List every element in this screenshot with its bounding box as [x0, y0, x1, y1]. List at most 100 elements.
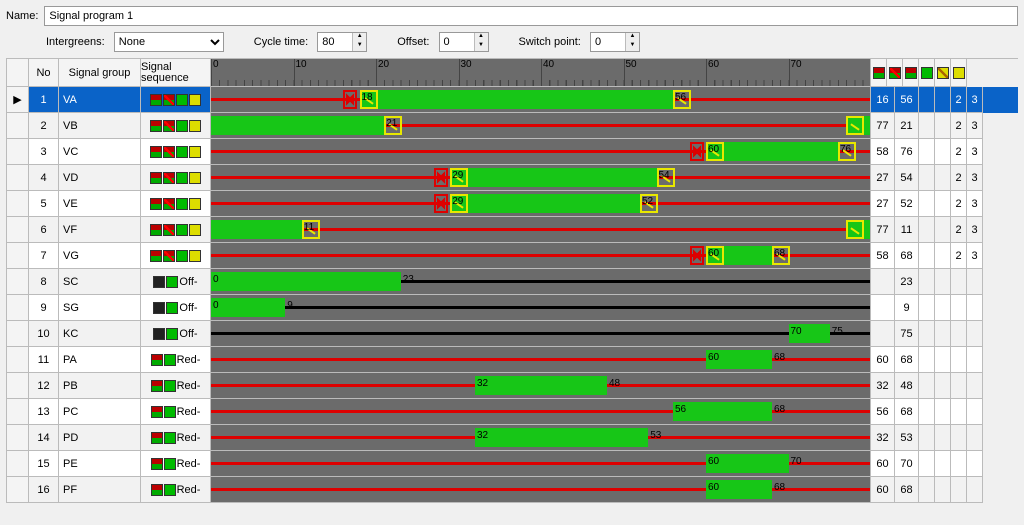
table-row[interactable]: 14PD Red-32533253 [7, 425, 1018, 451]
row-selector[interactable] [7, 269, 29, 295]
table-row[interactable]: 7VG6068586823 [7, 243, 1018, 269]
red-marker[interactable] [690, 246, 704, 265]
red-marker[interactable] [690, 142, 704, 161]
green-bar[interactable] [475, 428, 648, 447]
cell-timeline[interactable]: 6068 [211, 347, 871, 373]
cell-signal-sequence[interactable]: Off- [141, 295, 211, 321]
cell-signal-sequence[interactable]: Off- [141, 269, 211, 295]
amber-marker[interactable] [846, 220, 864, 239]
cell-value [935, 217, 951, 243]
signal-grid[interactable]: No Signal group Signal sequence 01020304… [6, 58, 1018, 503]
switch-point-label: Switch point: [519, 36, 581, 48]
row-selector[interactable] [7, 373, 29, 399]
cell-signal-sequence[interactable] [141, 87, 211, 113]
row-selector[interactable] [7, 451, 29, 477]
green-bar[interactable] [211, 298, 285, 317]
cell-timeline[interactable]: 6068 [211, 477, 871, 503]
amber-marker[interactable] [846, 116, 864, 135]
row-selector[interactable] [7, 425, 29, 451]
green-bar[interactable] [673, 402, 772, 421]
table-row[interactable]: ▶1VA1856165623 [7, 87, 1018, 113]
row-selector[interactable]: ▶ [7, 87, 29, 113]
up-icon[interactable]: ▲ [353, 33, 366, 42]
up-icon[interactable]: ▲ [626, 33, 639, 42]
row-selector[interactable] [7, 139, 29, 165]
row-selector[interactable] [7, 217, 29, 243]
table-row[interactable]: 8SC Off-02323 [7, 269, 1018, 295]
row-selector[interactable] [7, 399, 29, 425]
cell-signal-sequence[interactable]: Red- [141, 399, 211, 425]
row-selector[interactable] [7, 243, 29, 269]
cell-signal-sequence[interactable] [141, 139, 211, 165]
table-row[interactable]: 12PB Red-32483248 [7, 373, 1018, 399]
cell-signal-sequence[interactable]: Red- [141, 373, 211, 399]
up-icon[interactable]: ▲ [475, 33, 488, 42]
cell-timeline[interactable]: 6076 [211, 139, 871, 165]
red-marker[interactable] [343, 90, 357, 109]
row-selector[interactable] [7, 347, 29, 373]
table-row[interactable]: 3VC6076587623 [7, 139, 1018, 165]
cell-signal-sequence[interactable] [141, 191, 211, 217]
cell-value: 68 [895, 399, 919, 425]
row-selector[interactable] [7, 191, 29, 217]
red-marker[interactable] [434, 194, 448, 213]
cell-timeline[interactable]: 7075 [211, 321, 871, 347]
cell-signal-sequence[interactable]: Red- [141, 347, 211, 373]
down-icon[interactable]: ▼ [626, 42, 639, 51]
cell-timeline[interactable]: 1856 [211, 87, 871, 113]
green-bar[interactable] [450, 194, 640, 213]
cell-timeline[interactable]: 3248 [211, 373, 871, 399]
table-row[interactable]: 13PC Red-56685668 [7, 399, 1018, 425]
cell-timeline[interactable]: 2952 [211, 191, 871, 217]
cell-timeline[interactable]: 09 [211, 295, 871, 321]
table-row[interactable]: 6VF11771123 [7, 217, 1018, 243]
green-bar[interactable] [475, 376, 607, 395]
cell-timeline[interactable]: 023 [211, 269, 871, 295]
down-icon[interactable]: ▼ [353, 42, 366, 51]
cell-signal-sequence[interactable]: Off- [141, 321, 211, 347]
cell-signal-sequence[interactable] [141, 243, 211, 269]
table-row[interactable]: 15PE Red-60706070 [7, 451, 1018, 477]
offset-spinner[interactable]: ▲▼ [439, 32, 489, 52]
table-row[interactable]: 2VB21772123 [7, 113, 1018, 139]
cell-timeline[interactable]: 5668 [211, 399, 871, 425]
cell-timeline[interactable]: 2954 [211, 165, 871, 191]
cell-timeline[interactable]: 21 [211, 113, 871, 139]
green-bar[interactable] [706, 142, 838, 161]
cell-timeline[interactable]: 6068 [211, 243, 871, 269]
green-bar[interactable] [211, 116, 384, 135]
table-row[interactable]: 11PA Red-60686068 [7, 347, 1018, 373]
row-selector[interactable] [7, 165, 29, 191]
row-selector[interactable] [7, 295, 29, 321]
cell-signal-sequence[interactable] [141, 113, 211, 139]
row-selector[interactable] [7, 321, 29, 347]
cell-signal-group: KC [59, 321, 141, 347]
table-row[interactable]: 5VE2952275223 [7, 191, 1018, 217]
green-bar[interactable] [450, 168, 656, 187]
name-input[interactable] [44, 6, 1018, 26]
cell-timeline[interactable]: 11 [211, 217, 871, 243]
cell-value: 60 [871, 347, 895, 373]
cell-signal-sequence[interactable]: Red- [141, 451, 211, 477]
table-row[interactable]: 9SG Off-099 [7, 295, 1018, 321]
table-row[interactable]: 10KC Off-707575 [7, 321, 1018, 347]
green-bar[interactable] [360, 90, 674, 109]
cell-signal-sequence[interactable] [141, 217, 211, 243]
green-bar[interactable] [211, 272, 401, 291]
cycle-time-spinner[interactable]: ▲▼ [317, 32, 367, 52]
cell-signal-sequence[interactable]: Red- [141, 425, 211, 451]
switch-point-spinner[interactable]: ▲▼ [590, 32, 640, 52]
intergreens-select[interactable]: None [114, 32, 224, 52]
red-marker[interactable] [434, 168, 448, 187]
cell-timeline[interactable]: 6070 [211, 451, 871, 477]
seq-icon [163, 146, 175, 158]
row-selector[interactable] [7, 477, 29, 503]
cell-timeline[interactable]: 3253 [211, 425, 871, 451]
cell-signal-sequence[interactable] [141, 165, 211, 191]
row-selector[interactable] [7, 113, 29, 139]
table-row[interactable]: 16PF Red-60686068 [7, 477, 1018, 503]
green-bar[interactable] [211, 220, 302, 239]
table-row[interactable]: 4VD2954275423 [7, 165, 1018, 191]
cell-signal-sequence[interactable]: Red- [141, 477, 211, 503]
down-icon[interactable]: ▼ [475, 42, 488, 51]
